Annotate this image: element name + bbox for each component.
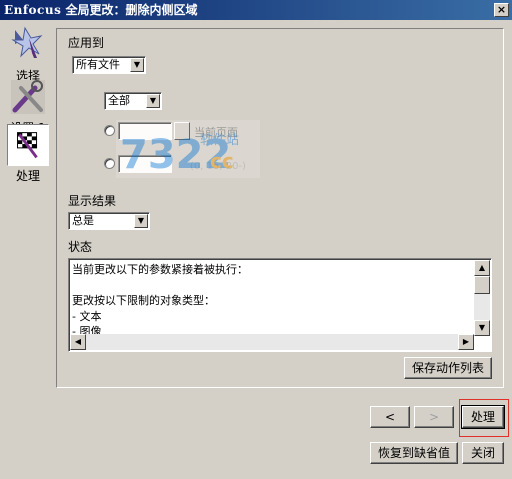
restore-defaults-label: 恢复到缺省值 — [377, 446, 450, 460]
status-line: 当前更改以下的参数紧接着被执行： — [72, 263, 248, 276]
scroll-right-icon[interactable]: ▶ — [458, 334, 474, 350]
next-button[interactable]: > — [414, 406, 454, 428]
chevron-down-icon: ▼ — [134, 214, 148, 228]
display-result-label: 显示结果 — [68, 194, 117, 208]
status-line: - 文本 — [72, 309, 102, 323]
scroll-down-icon[interactable]: ▼ — [474, 320, 490, 336]
status-line — [72, 278, 248, 294]
chevron-right-icon: > — [428, 410, 440, 424]
apply-to-label: 应用到 — [68, 36, 105, 50]
close-button[interactable]: 关闭 — [462, 442, 504, 464]
prev-button[interactable]: < — [370, 406, 410, 428]
step-sidebar: 选择 设置 1 处理 — [3, 22, 53, 476]
sidebar-item-label: 处理 — [15, 169, 40, 183]
close-window-button[interactable]: × — [494, 3, 509, 17]
watermark-logo: 7322 cc 软件站 — [116, 120, 260, 178]
checkered-flag-icon — [7, 124, 49, 166]
sidebar-item-process[interactable]: 处理 — [3, 124, 53, 184]
restore-defaults-button[interactable]: 恢复到缺省值 — [370, 442, 458, 464]
status-label: 状态 — [68, 240, 93, 254]
status-line: 更改按以下限制的对象类型： — [72, 294, 215, 307]
horizontal-scrollbar[interactable]: ◀ ▶ — [70, 334, 474, 350]
tools-icon — [11, 80, 45, 114]
cursor-star-icon — [11, 26, 43, 58]
sidebar-item-select[interactable]: 选择 — [3, 24, 53, 84]
window-title: 全局更改：删除内侧区域 — [65, 3, 198, 17]
radio-page-range[interactable] — [104, 158, 115, 169]
page-scope-select-value: 全部 — [108, 94, 130, 107]
apply-to-select-value: 所有文件 — [76, 58, 120, 71]
chevron-down-icon: ▼ — [130, 58, 144, 72]
save-action-list-button[interactable]: 保存动作列表 — [404, 357, 492, 379]
watermark-domain: cc — [210, 149, 234, 173]
close-icon: × — [496, 3, 507, 16]
scroll-thumb[interactable] — [474, 276, 490, 294]
app-name: Enfocus — [4, 3, 62, 17]
display-result-select-value: 总是 — [72, 214, 94, 227]
status-text: 当前更改以下的参数紧接着被执行： 更改按以下限制的对象类型： - 文本 - 图像 — [72, 262, 248, 340]
watermark-text: 软件站 — [200, 133, 239, 148]
vertical-scrollbar[interactable]: ▲ ▼ — [474, 260, 490, 336]
title-bar: Enfocus 全局更改：删除内侧区域 × — [0, 0, 512, 20]
scroll-up-icon[interactable]: ▲ — [474, 260, 490, 276]
radio-current-page[interactable] — [104, 125, 115, 136]
chevron-down-icon: ▼ — [146, 94, 160, 108]
close-button-label: 关闭 — [470, 446, 495, 460]
status-textarea[interactable]: 当前更改以下的参数紧接着被执行： 更改按以下限制的对象类型： - 文本 - 图像 ▲… — [68, 258, 492, 352]
highlight-frame — [459, 399, 509, 437]
apply-to-select[interactable]: 所有文件 ▼ — [72, 56, 146, 74]
display-result-select[interactable]: 总是 ▼ — [68, 212, 150, 230]
page-scope-select[interactable]: 全部 ▼ — [104, 92, 162, 110]
chevron-left-icon: < — [384, 410, 396, 424]
save-action-list-label: 保存动作列表 — [411, 361, 484, 375]
scroll-left-icon[interactable]: ◀ — [70, 334, 86, 350]
